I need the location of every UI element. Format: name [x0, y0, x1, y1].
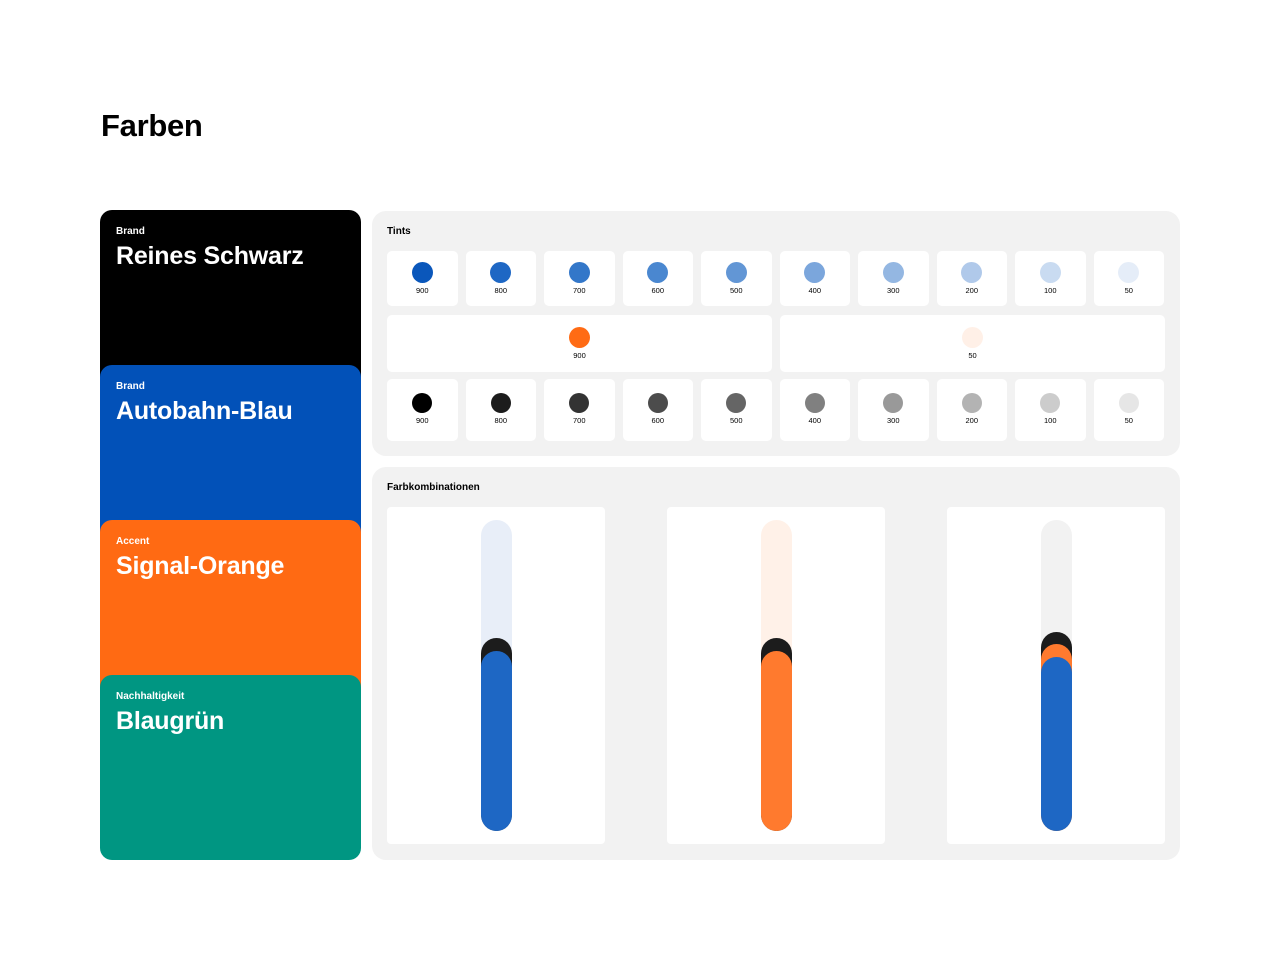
- swatch-label: 500: [729, 416, 743, 425]
- swatch-tile[interactable]: 400: [779, 379, 850, 441]
- swatch-dot: [804, 262, 826, 283]
- swatch-dot: [961, 262, 983, 283]
- swatch-label: 200: [965, 286, 978, 295]
- swatch-tile[interactable]: 600: [622, 379, 693, 441]
- orange-tint-row: 900 50: [387, 315, 1165, 372]
- swatch-label: 50: [1124, 286, 1133, 295]
- swatch-dot: [490, 393, 511, 413]
- swatch-tile[interactable]: 50: [1093, 379, 1164, 441]
- swatch-dot: [411, 262, 433, 283]
- swatch-label: 600: [651, 416, 664, 425]
- swatch-label: 50: [968, 351, 977, 360]
- swatch-tile[interactable]: 50: [780, 315, 1165, 372]
- swatch-dot: [647, 393, 668, 413]
- swatch-label: 400: [808, 416, 821, 425]
- swatch-label: 400: [808, 286, 821, 295]
- swatch-dot: [725, 262, 747, 283]
- swatch-label: 900: [415, 286, 429, 295]
- brand-card-category: Brand: [116, 381, 145, 392]
- combination-pill: [761, 520, 792, 831]
- combination-card[interactable]: [667, 507, 885, 844]
- brand-card-name: Reines Schwarz: [116, 242, 304, 270]
- swatch-dot: [962, 327, 983, 348]
- brand-card-blaugruen[interactable]: Nachhaltigkeit Blaugrün: [100, 675, 361, 860]
- brand-card-category: Accent: [116, 536, 150, 547]
- swatch-tile[interactable]: 200: [936, 251, 1007, 306]
- swatch-label: 600: [651, 286, 664, 295]
- brand-color-stack: Brand Reines Schwarz Brand Autobahn-Blau…: [100, 210, 361, 860]
- swatch-dot: [882, 262, 904, 283]
- combination-segment: [481, 651, 512, 831]
- swatch-label: 900: [573, 351, 586, 360]
- swatch-label: 700: [572, 286, 586, 295]
- swatch-tile[interactable]: 800: [465, 379, 536, 441]
- blue-tint-row: 900 800 700 600 500 400 300 200 100 50: [387, 251, 1164, 306]
- swatch-tile[interactable]: 900: [387, 251, 458, 306]
- swatch-label: 50: [1124, 416, 1133, 425]
- color-combinations-panel: Farbkombinationen: [372, 467, 1180, 860]
- combination-pill: [481, 520, 512, 831]
- swatch-label: 700: [572, 416, 586, 425]
- swatch-dot: [961, 393, 982, 413]
- swatch-tile[interactable]: 300: [858, 251, 929, 306]
- swatch-label: 100: [1043, 416, 1057, 425]
- brand-card-name: Blaugrün: [116, 707, 225, 735]
- swatch-tile[interactable]: 700: [544, 379, 615, 441]
- combination-card[interactable]: [947, 507, 1165, 844]
- swatch-dot: [1039, 262, 1061, 283]
- swatch-label: 800: [494, 416, 507, 425]
- page-title: Farben: [101, 108, 203, 143]
- swatch-dot: [1040, 393, 1061, 413]
- swatch-label: 200: [965, 416, 978, 425]
- swatch-dot: [883, 393, 904, 413]
- swatch-tile[interactable]: 50: [1093, 251, 1164, 306]
- swatch-label: 100: [1043, 286, 1057, 295]
- swatch-tile[interactable]: 900: [387, 379, 458, 441]
- swatch-label: 800: [494, 286, 507, 295]
- combination-segment: [1041, 657, 1072, 831]
- swatch-tile[interactable]: 900: [387, 315, 772, 372]
- combinations-title: Farbkombinationen: [387, 482, 480, 493]
- swatch-tile[interactable]: 200: [936, 379, 1007, 441]
- swatch-tile[interactable]: 500: [701, 251, 772, 306]
- swatch-tile[interactable]: 700: [544, 251, 615, 306]
- tints-title: Tints: [387, 226, 411, 237]
- swatch-tile[interactable]: 600: [622, 251, 693, 306]
- swatch-tile[interactable]: 400: [779, 251, 850, 306]
- gray-tint-row: 900 800 700 600 500 400 300 200 100 50: [387, 379, 1164, 441]
- brand-card-name: Signal-Orange: [116, 552, 285, 580]
- combination-card[interactable]: [387, 507, 605, 844]
- swatch-label: 300: [886, 286, 900, 295]
- swatch-dot: [1118, 262, 1140, 283]
- swatch-label: 900: [415, 416, 429, 425]
- swatch-label: 300: [886, 416, 900, 425]
- swatch-tile[interactable]: 100: [1015, 379, 1086, 441]
- swatch-dot: [726, 393, 747, 413]
- swatch-dot: [412, 393, 433, 413]
- swatch-tile[interactable]: 500: [701, 379, 772, 441]
- swatch-dot: [647, 262, 669, 283]
- brand-card-name: Autobahn-Blau: [116, 397, 293, 425]
- swatch-dot: [569, 327, 590, 348]
- combination-pill: [1041, 520, 1072, 831]
- swatch-dot: [804, 393, 825, 413]
- brand-card-category: Nachhaltigkeit: [116, 691, 185, 702]
- swatch-dot: [568, 262, 590, 283]
- swatch-dot: [1118, 393, 1139, 413]
- brand-card-category: Brand: [116, 226, 145, 237]
- tints-panel: Tints 900 800 700 600 500 400 300 200 100 50 900 5…: [372, 211, 1180, 456]
- swatch-dot: [569, 393, 590, 413]
- swatch-label: 500: [729, 286, 743, 295]
- swatch-tile[interactable]: 100: [1015, 251, 1086, 306]
- swatch-dot: [490, 262, 512, 283]
- swatch-tile[interactable]: 800: [465, 251, 536, 306]
- combination-segment: [761, 651, 792, 831]
- swatch-tile[interactable]: 300: [858, 379, 929, 441]
